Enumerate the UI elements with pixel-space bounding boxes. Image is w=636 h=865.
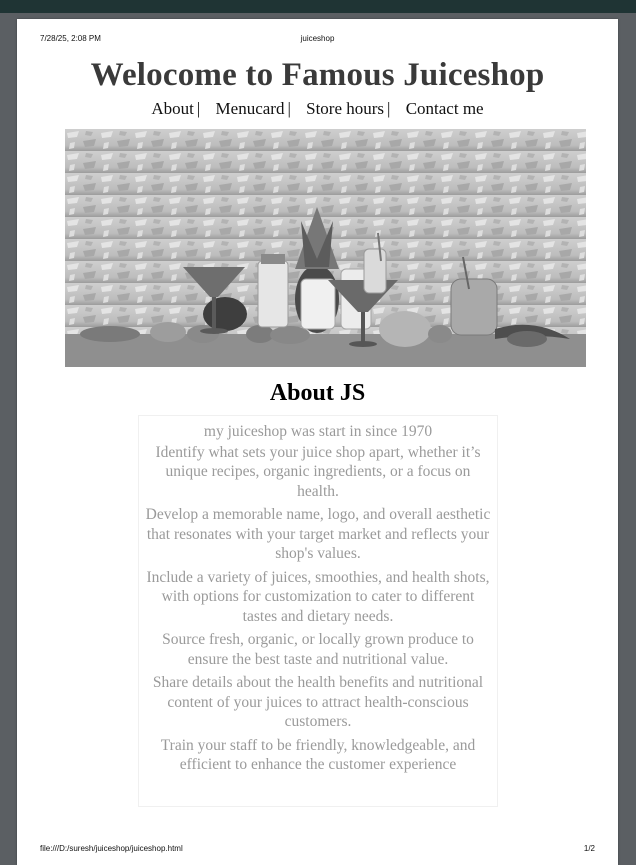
about-paragraph: Source fresh, organic, or locally grown … — [162, 631, 474, 668]
nav-separator: | — [287, 99, 291, 118]
nav-menucard[interactable]: Menucard — [216, 99, 285, 118]
print-page: 7/28/25, 2:08 PM juiceshop Welocome to F… — [17, 19, 618, 865]
page-title: Welocome to Famous Juiceshop — [90, 57, 545, 93]
print-page-number: 1/2 — [583, 844, 595, 853]
about-paragraph: Include a variety of juices, smoothies, … — [146, 568, 490, 625]
print-file-path: file:///D:/suresh/juiceshop/juiceshop.ht… — [40, 844, 183, 853]
about-heading: About JS — [269, 380, 366, 406]
window-top-bar — [0, 0, 636, 13]
nav-store-hours[interactable]: Store hours — [306, 99, 384, 118]
about-paragraph: Train your staff to be friendly, knowled… — [160, 736, 476, 774]
hero-image — [65, 129, 586, 367]
nav-contact-me[interactable]: Contact me — [406, 99, 484, 118]
juice-glasses-fruit-photo-icon — [65, 129, 586, 367]
print-doc-title: juiceshop — [300, 34, 335, 43]
about-paragraph: Identify what sets your juice shop apart… — [155, 443, 481, 500]
top-nav: About | Menucard | Store hours | Contact me — [17, 99, 618, 119]
about-paragraph: Develop a memorable name, logo, and over… — [145, 506, 491, 562]
about-content: my juiceshop was start in since 1970 Ide… — [138, 415, 498, 807]
about-paragraph: Share details about the health benefits … — [152, 674, 484, 730]
about-paragraph: my juiceshop was start in since 1970 — [203, 423, 433, 440]
nav-separator: | — [387, 99, 391, 118]
nav-separator: | — [196, 99, 201, 118]
nav-about[interactable]: About — [151, 99, 194, 118]
